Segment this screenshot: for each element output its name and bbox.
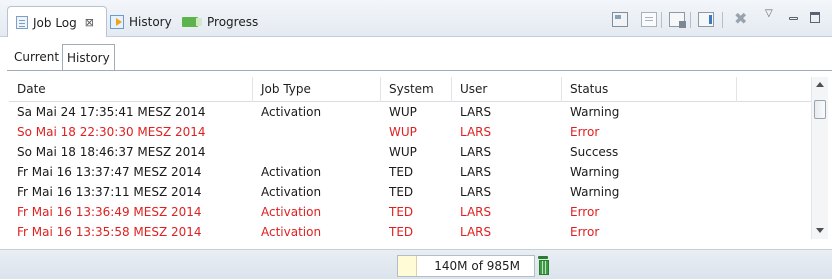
cell-user: LARS (460, 225, 492, 239)
tab-divider (7, 70, 832, 71)
view-menu-icon[interactable]: ▽ (765, 8, 773, 19)
cell-status: Error (570, 205, 600, 219)
tab-history[interactable]: History (110, 6, 172, 37)
delete-icon[interactable]: ✖ (734, 9, 747, 28)
cell-job-type: Activation (261, 185, 322, 199)
toolbar-separator (690, 12, 691, 28)
tab-job-log[interactable]: Job Log ⊠ (7, 6, 107, 38)
cell-date: So Mai 18 22:30:30 MESZ 2014 (17, 125, 206, 139)
history-table: Date Job Type System User Status Sa Mai … (9, 77, 811, 239)
cell-job-type (253, 142, 381, 162)
cell-user: LARS (460, 125, 492, 139)
close-tab-icon[interactable]: ⊠ (85, 16, 94, 29)
table-header: Date Job Type System User Status (9, 77, 811, 102)
vertical-scrollbar[interactable] (811, 77, 828, 239)
cell-job-type: Activation (261, 205, 322, 219)
cell-date: Fr Mai 16 13:37:11 MESZ 2014 (17, 185, 202, 199)
cell-date: Sa Mai 24 17:35:41 MESZ 2014 (17, 105, 206, 119)
cell-system: TED (389, 165, 414, 179)
tab-progress-label: Progress (207, 14, 259, 29)
table-body: Sa Mai 24 17:35:41 MESZ 2014 Activation WU… (9, 102, 811, 239)
cell-user: LARS (460, 185, 492, 199)
cell-job-type: Activation (261, 225, 322, 239)
table-row[interactable]: Fr Mai 16 13:35:58 MESZ 2014 Activation TE… (9, 222, 811, 239)
column-header-date[interactable]: Date (9, 77, 253, 102)
cell-system: WUP (389, 145, 417, 159)
table-row[interactable]: Fr Mai 16 13:37:11 MESZ 2014 Activation TE… (9, 182, 811, 202)
table-row[interactable]: Fr Mai 16 13:36:49 MESZ 2014 Activation TE… (9, 202, 811, 222)
view-tab-bar: Job Log ⊠ History Progress ✖ ▽ (0, 0, 832, 38)
cell-date: Fr Mai 16 13:37:47 MESZ 2014 (17, 165, 202, 179)
tab-history-inner[interactable]: History (62, 44, 115, 71)
column-header-user[interactable]: User (452, 77, 562, 102)
cell-user: LARS (460, 105, 492, 119)
cell-status: Error (570, 225, 600, 239)
history-icon (110, 14, 124, 29)
column-header-job-type[interactable]: Job Type (253, 77, 381, 102)
cell-system: TED (389, 205, 414, 219)
cell-user: LARS (460, 205, 492, 219)
cell-date: Fr Mai 16 13:35:58 MESZ 2014 (17, 225, 202, 239)
garbage-collect-icon[interactable] (538, 256, 549, 275)
toolbar-separator (661, 12, 662, 28)
cell-status: Success (570, 145, 619, 159)
cell-job-type: Activation (261, 105, 322, 119)
heap-status-label: 140M of 985M (434, 259, 520, 273)
table-row[interactable]: So Mai 18 18:46:37 MESZ 2014 WUP LARS Succe… (9, 142, 811, 162)
cell-status: Error (570, 125, 600, 139)
cell-status: Warning (570, 105, 620, 119)
column-header-filler (737, 77, 811, 102)
table-row[interactable]: Sa Mai 24 17:35:41 MESZ 2014 Activation WU… (9, 102, 811, 122)
maximize-icon[interactable] (810, 12, 820, 23)
progress-icon (182, 16, 202, 27)
filter-icon[interactable] (698, 12, 714, 27)
toolbar-separator (722, 12, 723, 28)
tab-history-label: History (129, 14, 172, 29)
job-log-icon (16, 16, 28, 29)
column-header-status[interactable]: Status (562, 77, 737, 102)
cell-system: WUP (389, 125, 417, 139)
scroll-up-icon[interactable] (816, 82, 824, 87)
scroll-down-icon[interactable] (816, 228, 824, 233)
export-icon[interactable] (669, 12, 686, 28)
cell-status: Warning (570, 185, 620, 199)
cell-system: TED (389, 225, 414, 239)
refresh-icon[interactable] (612, 12, 628, 27)
table-row[interactable]: So Mai 18 22:30:30 MESZ 2014 WUP LARS Error (9, 122, 811, 142)
cell-date: So Mai 18 18:46:37 MESZ 2014 (17, 145, 206, 159)
document-icon[interactable] (641, 12, 657, 27)
cell-status: Warning (570, 165, 620, 179)
table-row[interactable]: Fr Mai 16 13:37:47 MESZ 2014 Activation TE… (9, 162, 811, 182)
minimize-icon[interactable] (789, 17, 798, 20)
cell-user: LARS (460, 145, 492, 159)
tab-progress[interactable]: Progress (182, 6, 258, 37)
tab-job-log-label: Job Log (33, 15, 77, 30)
cell-job-type: Activation (261, 165, 322, 179)
scroll-thumb[interactable] (814, 100, 826, 119)
cell-date: Fr Mai 16 13:36:49 MESZ 2014 (17, 205, 202, 219)
cell-system: WUP (389, 105, 417, 119)
heap-status: 140M of 985M (397, 255, 535, 277)
cell-job-type (253, 122, 381, 142)
column-header-system[interactable]: System (381, 77, 452, 102)
cell-user: LARS (460, 165, 492, 179)
cell-system: TED (389, 185, 414, 199)
tab-current[interactable]: Current (10, 46, 63, 70)
